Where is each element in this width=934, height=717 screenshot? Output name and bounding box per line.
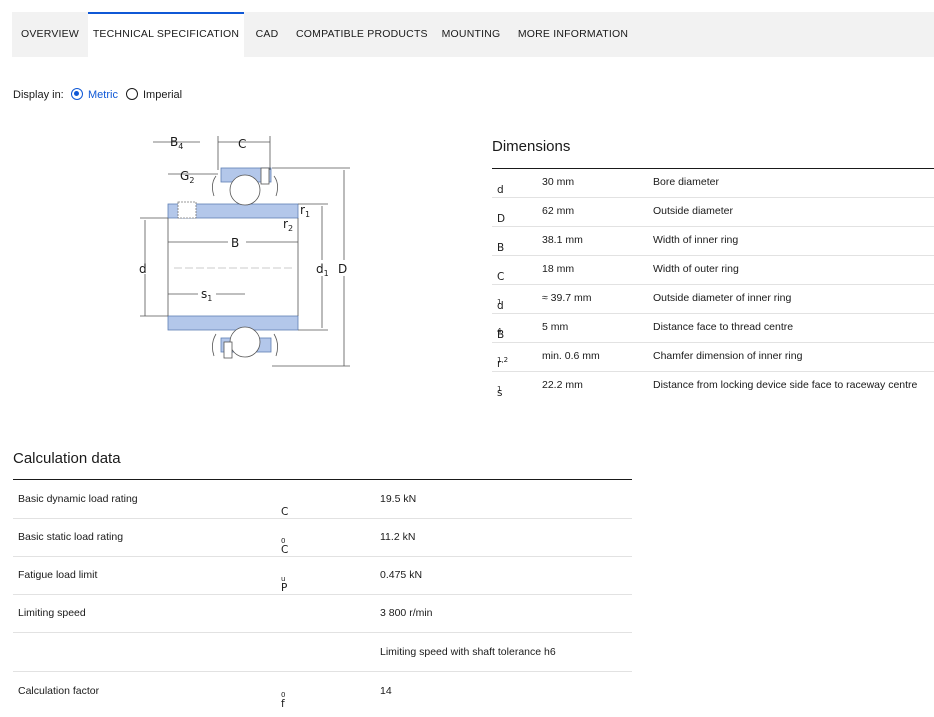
tab-cad[interactable]: CAD <box>248 12 286 57</box>
tab-more-information[interactable]: MORE INFORMATION <box>517 12 629 57</box>
tab-mounting[interactable]: MOUNTING <box>437 12 505 57</box>
table-row: Basic dynamic load rating C 19.5 kN <box>13 480 632 519</box>
tab-overview[interactable]: OVERVIEW <box>12 12 88 57</box>
table-row: B 38.1 mm Width of inner ring <box>492 226 934 256</box>
tab-technical-specification[interactable]: TECHNICAL SPECIFICATION <box>88 12 244 57</box>
table-row: d1 ≈ 39.7 mm Outside diameter of inner r… <box>492 284 934 314</box>
bearing-drawing: B4 C G2 r1 r2 B d d1 D s1 <box>139 135 350 367</box>
inner-ring-bottom <box>167 315 299 331</box>
table-row: Limiting speed 3 800 r/min <box>13 594 632 633</box>
table-row: C 18 mm Width of outer ring <box>492 255 934 285</box>
label-d: d <box>139 262 147 276</box>
label-C: C <box>238 137 246 151</box>
imperial-label[interactable]: Imperial <box>143 89 182 101</box>
label-s1: s1 <box>201 287 212 303</box>
table-row: d 30 mm Bore diameter <box>492 168 934 198</box>
table-row: Calculation factor f0 14 <box>18 685 392 710</box>
table-row: Limiting speed with shaft tolerance h6 <box>13 633 632 672</box>
label-r1: r1 <box>300 203 310 219</box>
tab-compatible-products[interactable]: COMPATIBLE PRODUCTS <box>296 12 428 57</box>
tab-bar: OVERVIEW TECHNICAL SPECIFICATION CAD COM… <box>12 12 934 57</box>
calculation-heading: Calculation data <box>13 450 121 467</box>
metric-label[interactable]: Metric <box>88 89 118 101</box>
ball-bottom <box>229 326 261 358</box>
label-G2: G2 <box>180 169 194 185</box>
table-row: Fatigue load limit Pu 0.475 kN <box>13 556 632 595</box>
table-row: D 62 mm Outside diameter <box>492 197 934 227</box>
table-row: Basic static load rating C0 11.2 kN <box>13 518 632 557</box>
table-row: r 1,2 min. 0.6 mm Chamfer dimension of in… <box>492 342 934 372</box>
label-D: D <box>338 262 347 276</box>
label-B: B <box>231 236 239 250</box>
table-row: B4 5 mm Distance face to thread centre <box>492 313 934 343</box>
dimensions-heading: Dimensions <box>492 138 571 155</box>
table-row: s1 22.2 mm Distance from locking device … <box>497 379 918 399</box>
label-B4: B4 <box>170 135 183 151</box>
ball-top <box>229 174 261 206</box>
metric-radio[interactable] <box>71 88 83 100</box>
label-d1: d1 <box>316 262 329 278</box>
imperial-radio[interactable] <box>126 88 138 100</box>
label-r2: r2 <box>283 217 293 233</box>
display-in-label: Display in: <box>13 89 64 101</box>
